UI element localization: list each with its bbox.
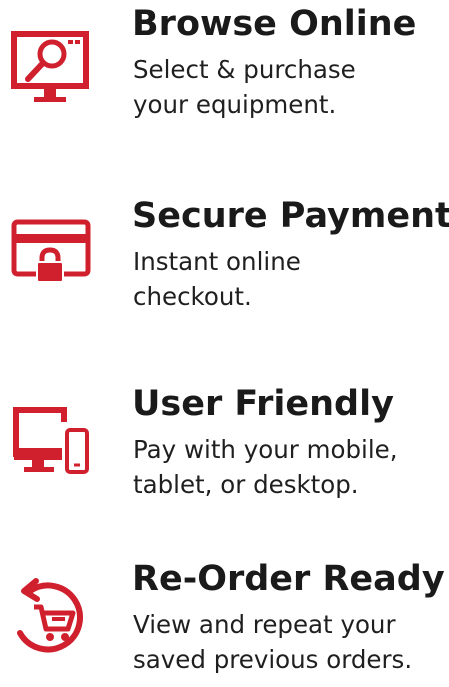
feature-title: User Friendly <box>132 384 394 424</box>
feature-title: Re-Order Ready <box>132 559 445 599</box>
feature-description-line: your equipment. <box>133 90 337 119</box>
feature-description: Select & purchase your equipment. <box>133 52 356 122</box>
cart-reorder-icon <box>10 577 94 661</box>
feature-description: View and repeat your saved previous orde… <box>133 607 412 677</box>
feature-description-line: Select & purchase <box>133 55 356 84</box>
feature-description-line: checkout. <box>133 282 252 311</box>
feature-description-line: View and repeat your <box>133 610 396 639</box>
feature-description-line: saved previous orders. <box>133 645 413 674</box>
feature-title: Browse Online <box>132 4 417 44</box>
devices-icon <box>10 402 94 486</box>
feature-description-line: tablet, or desktop. <box>133 470 359 499</box>
feature-description-line: Instant online <box>133 247 301 276</box>
feature-title: Secure Payment <box>132 196 449 236</box>
feature-description: Instant online checkout. <box>133 244 301 314</box>
feature-description-line: Pay with your mobile, <box>133 435 398 464</box>
monitor-search-icon <box>10 30 94 114</box>
feature-description: Pay with your mobile, tablet, or desktop… <box>133 432 398 502</box>
card-lock-icon <box>10 214 94 298</box>
